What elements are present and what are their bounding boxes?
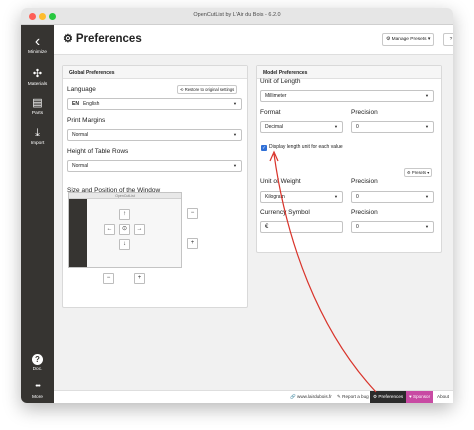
sidebar-item-label: Doc.: [32, 367, 43, 372]
preferences-tab[interactable]: ⚙ Preferences: [370, 391, 407, 403]
website-link[interactable]: 🔗 www.lairdubois.fr: [290, 391, 332, 403]
sidebar-item-label: Parts: [31, 111, 44, 116]
presets-button[interactable]: ⚙ Presets ▾: [404, 168, 433, 177]
display-unit-label: Display length unit for each value: [269, 144, 343, 150]
currency-label: Currency Symbol: [260, 209, 310, 216]
sidebar-item-parts[interactable]: ▤ Parts: [21, 97, 54, 116]
help-icon: ?: [32, 354, 43, 365]
shrink-height-button[interactable]: −: [187, 208, 198, 219]
arrow-down-icon: ↓: [123, 241, 126, 247]
sidebar-item-minimize[interactable]: ‹ Minimize: [21, 33, 54, 56]
length-unit-label: Unit of Length: [260, 78, 301, 85]
chevron-down-icon: ▼: [425, 224, 429, 229]
sponsor-button[interactable]: ♥ Sponsor: [406, 391, 434, 403]
chevron-down-icon: ▼: [425, 124, 429, 129]
parts-icon: ▤: [32, 97, 43, 109]
link-icon: 🔗: [290, 394, 297, 399]
chevron-down-icon: ▼: [233, 101, 237, 106]
length-unit-select[interactable]: Millimeter ▼: [260, 90, 434, 102]
sidebar-item-import[interactable]: ⤓ Import: [21, 127, 54, 146]
language-label: Language: [67, 86, 96, 93]
sidebar-item-label: Materials: [27, 82, 48, 87]
arrow-right-icon: →: [136, 226, 143, 232]
center-icon: ⊙: [121, 226, 128, 232]
precision-select[interactable]: 0 ▼: [351, 121, 434, 133]
panel-title: Global Preferences: [63, 66, 247, 79]
preview-sidebar: [69, 199, 87, 267]
table-row-height-select[interactable]: Normal ▼: [67, 160, 242, 172]
chevron-down-icon: ▼: [334, 194, 338, 199]
print-margins-select[interactable]: Normal ▼: [67, 129, 242, 141]
precision-label: Precision: [351, 109, 378, 116]
plus-icon: +: [190, 240, 195, 246]
grow-height-button[interactable]: +: [187, 238, 198, 249]
arrow-up-icon: ↑: [123, 211, 126, 217]
sidebar-item-doc[interactable]: ? Doc.: [21, 354, 54, 372]
format-label: Format: [260, 109, 281, 116]
language-select[interactable]: EN English ▼: [67, 98, 242, 110]
chevron-left-icon: ‹: [34, 33, 41, 50]
currency-precision-select[interactable]: 0 ▼: [351, 221, 434, 233]
title-bar: OpenCutList by L'Air du Bois - 6.2.0: [21, 8, 453, 25]
chevron-down-icon: ▼: [425, 194, 429, 199]
check-icon: ✓: [262, 145, 266, 150]
arrow-left-icon: ←: [106, 226, 113, 232]
sidebar-item-label: Minimize: [28, 50, 47, 55]
chevron-down-icon: ▼: [334, 124, 338, 129]
move-up-button[interactable]: ↑: [119, 209, 130, 220]
format-select[interactable]: Decimal ▼: [260, 121, 343, 133]
grow-width-button[interactable]: +: [134, 273, 145, 284]
move-down-button[interactable]: ↓: [119, 239, 130, 250]
materials-icon: ✣: [32, 68, 43, 80]
more-icon: •••: [35, 383, 40, 390]
report-bug-link[interactable]: ✎ Report a bug: [337, 391, 369, 403]
print-margins-label: Print Margins: [67, 117, 106, 124]
move-left-button[interactable]: ←: [104, 224, 115, 235]
currency-precision-label: Precision: [351, 209, 378, 216]
page-header: ⚙ Preferences ⚙ Manage Presets ▾ ?: [54, 25, 453, 55]
minus-icon: −: [106, 275, 111, 281]
chevron-down-icon: ▼: [233, 132, 237, 137]
center-button[interactable]: ⊙: [119, 224, 130, 235]
sidebar-item-label: More: [32, 395, 43, 400]
table-row-height-label: Height of Table Rows: [67, 148, 129, 155]
footer-bar: 🔗 www.lairdubois.fr ✎ Report a bug ⚙ Pre…: [54, 390, 453, 403]
currency-input[interactable]: €: [260, 221, 343, 233]
manage-presets-button[interactable]: ⚙ Manage Presets ▾: [382, 33, 435, 46]
sidebar-item-label: Import: [30, 141, 45, 146]
sidebar: ‹ Minimize ✣ Materials ▤ Parts ⤓ Import …: [21, 25, 54, 403]
weight-precision-select[interactable]: 0 ▼: [351, 191, 434, 203]
page-title: ⚙ Preferences: [63, 33, 142, 45]
gear-icon: ⚙: [63, 33, 73, 45]
chevron-down-icon: ▼: [233, 163, 237, 168]
window-title: OpenCutList by L'Air du Bois - 6.2.0: [193, 12, 281, 18]
plus-icon: +: [137, 275, 142, 281]
weight-precision-label: Precision: [351, 178, 378, 185]
sidebar-item-more[interactable]: ••• More: [21, 381, 54, 400]
move-right-button[interactable]: →: [134, 224, 145, 235]
minus-icon: −: [190, 210, 195, 216]
shrink-width-button[interactable]: −: [103, 273, 114, 284]
weight-unit-select[interactable]: Kilogram ▼: [260, 191, 343, 203]
chevron-down-icon: ▼: [425, 93, 429, 98]
restore-settings-button[interactable]: ⟲ Restore to original settings: [177, 85, 238, 94]
weight-unit-label: Unit of Weight: [260, 178, 301, 185]
about-link[interactable]: About: [437, 391, 449, 403]
help-button[interactable]: ?: [443, 33, 453, 46]
import-icon: ⤓: [35, 127, 40, 139]
sidebar-item-materials[interactable]: ✣ Materials: [21, 68, 54, 87]
help-circle-icon: ?: [449, 37, 453, 42]
display-unit-checkbox[interactable]: ✓: [261, 145, 267, 151]
